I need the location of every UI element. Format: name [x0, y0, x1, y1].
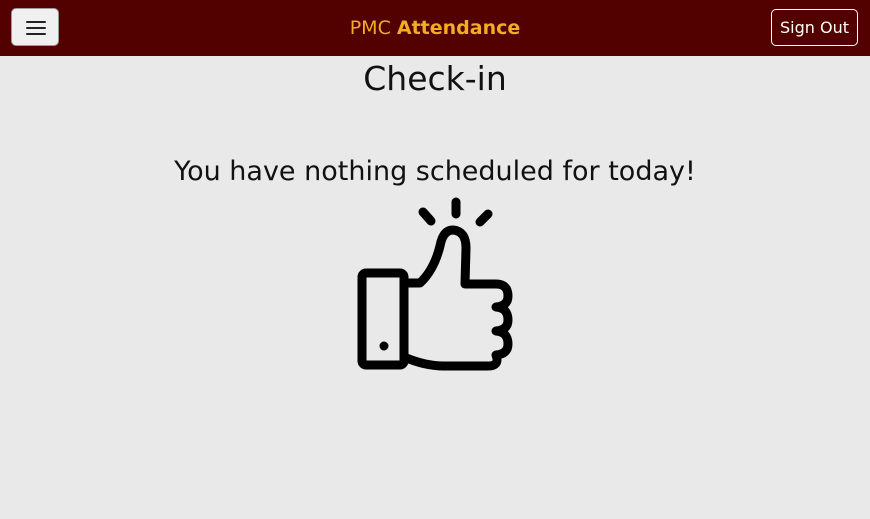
- thumbs-up-icon: [357, 197, 513, 371]
- empty-schedule-message: You have nothing scheduled for today!: [174, 156, 696, 187]
- app-brand: PMC Attendance: [0, 0, 870, 56]
- sign-out-button[interactable]: Sign Out: [771, 9, 858, 46]
- brand-prefix: PMC: [349, 17, 391, 39]
- hamburger-menu-icon-bar: [26, 33, 46, 35]
- hamburger-menu-icon-bar: [26, 27, 46, 29]
- menu-toggle-button[interactable]: [11, 8, 59, 46]
- brand-main: Attendance: [396, 17, 521, 39]
- hamburger-menu-icon: [26, 21, 46, 23]
- top-navbar: PMC Attendance Sign Out: [0, 0, 870, 56]
- page-title: Check-in: [363, 59, 507, 98]
